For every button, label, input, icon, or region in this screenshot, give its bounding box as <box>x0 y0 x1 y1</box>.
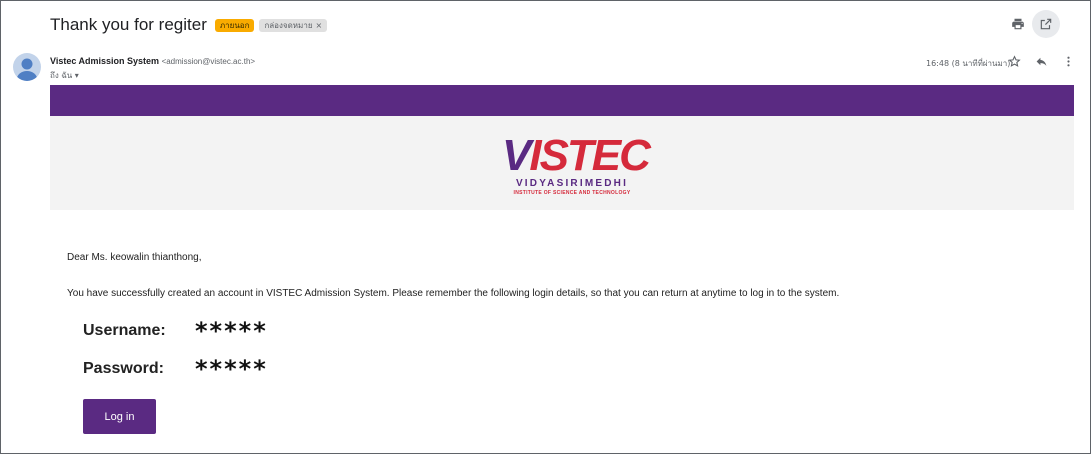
inbox-label-text: กล่องจดหมาย <box>264 20 313 30</box>
email-message: You have successfully created an account… <box>67 288 840 299</box>
password-row: Password: ***** <box>83 355 268 383</box>
vistec-logo: VISTEC VIDYASIRIMEDHI INSTITUTE OF SCIEN… <box>502 134 651 197</box>
email-greeting: Dear Ms. keowalin thianthong, <box>67 252 202 263</box>
open-in-new-window-icon[interactable] <box>1032 10 1060 38</box>
remove-label-icon[interactable]: × <box>316 19 323 32</box>
person-avatar-icon[interactable] <box>13 53 41 81</box>
logo-tagline: INSTITUTE OF SCIENCE AND TECHNOLOGY <box>513 190 631 196</box>
username-row: Username: ***** <box>83 317 268 345</box>
sender-name: Vistec Admission System <box>50 56 160 66</box>
sender-info[interactable]: Vistec Admission System <admission@viste… <box>50 56 255 66</box>
username-label: Username: <box>83 322 166 339</box>
reply-icon[interactable] <box>1033 53 1049 69</box>
email-subject: Thank you for regiter <box>50 15 207 34</box>
logo-subtitle: VIDYASIRIMEDHI <box>515 178 629 189</box>
inbox-label-chip[interactable]: กล่องจดหมาย × <box>259 18 328 32</box>
logo-banner: VISTEC VIDYASIRIMEDHI INSTITUTE OF SCIEN… <box>50 116 1074 210</box>
email-timestamp: 16:48 (8 นาทีที่ผ่านมา) <box>926 59 1011 68</box>
email-view: Thank you for regiter ภายนอก กล่องจดหมาย… <box>0 0 1091 454</box>
username-value: ***** <box>195 317 268 345</box>
email-header-bar <box>50 85 1074 116</box>
login-button[interactable]: Log in <box>83 399 156 434</box>
logo-letters-istec: ISTEC <box>529 131 651 180</box>
password-value: ***** <box>195 355 268 383</box>
recipient-dropdown[interactable]: ถึง ฉัน ▾ <box>50 69 79 82</box>
more-vertical-icon[interactable] <box>1060 53 1076 69</box>
logo-wordmark: VISTEC <box>502 134 651 178</box>
star-icon[interactable] <box>1006 53 1022 69</box>
password-label: Password: <box>83 360 164 377</box>
sender-email: <admission@vistec.ac.th> <box>161 57 256 66</box>
external-label-badge[interactable]: ภายนอก <box>214 18 255 32</box>
logo-letter-v: V <box>502 131 531 180</box>
print-icon[interactable] <box>1010 16 1026 32</box>
email-subject-row: Thank you for regiter ภายนอก กล่องจดหมาย… <box>50 15 328 35</box>
